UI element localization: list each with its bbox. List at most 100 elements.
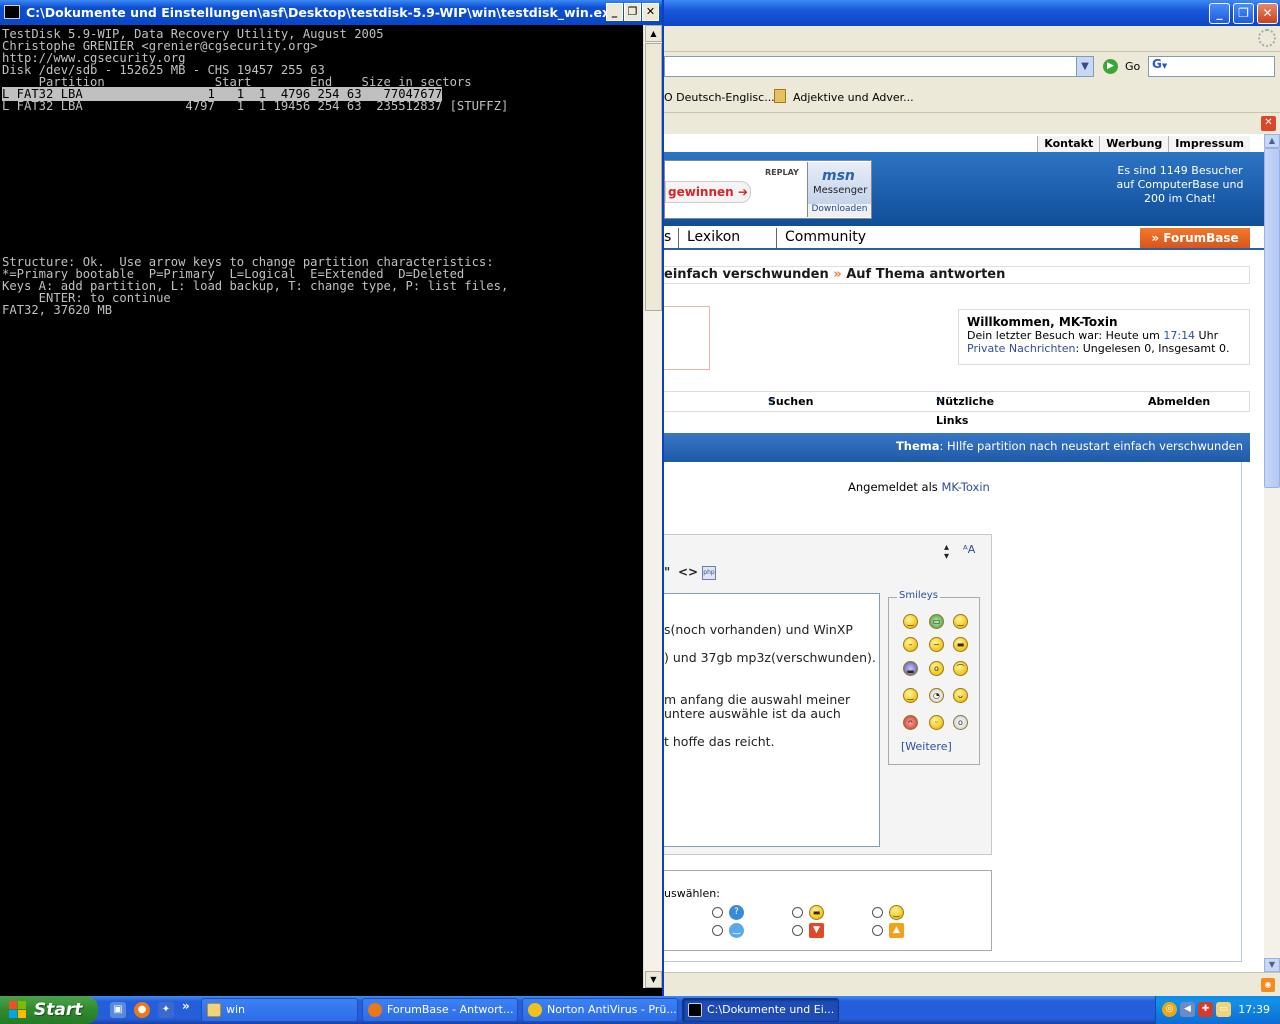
- post-icon-radio[interactable]: [872, 907, 883, 918]
- smiley-eek-icon[interactable]: o: [929, 661, 944, 676]
- start-button[interactable]: Start: [0, 996, 98, 1024]
- smiley-surprised-icon[interactable]: o: [953, 715, 968, 730]
- sidebar-close-icon[interactable]: ✕: [1261, 116, 1276, 131]
- forumbase-tab[interactable]: » ForumBase: [1140, 228, 1250, 248]
- downloaden-link[interactable]: Downloaden: [808, 204, 871, 217]
- link-adjektive[interactable]: Adjektive und Adver...: [793, 91, 914, 104]
- console-close-button[interactable]: ✕: [642, 3, 659, 21]
- smiley-smile-icon[interactable]: ‿: [903, 614, 918, 629]
- smiley-grin-icon[interactable]: ▭: [929, 614, 944, 629]
- logged-in-info: Angemeldet als MK-Toxin: [848, 480, 990, 494]
- task-forumbase[interactable]: ForumBase - Antwort...: [362, 998, 518, 1022]
- antivirus-icon[interactable]: ✚: [1198, 1002, 1213, 1017]
- scroll-down-arrow-icon[interactable]: ▼: [1264, 958, 1280, 972]
- post-icon-label: uswählen:: [664, 887, 720, 900]
- folder-icon: [207, 1003, 221, 1017]
- console-app-icon[interactable]: [4, 5, 20, 19]
- terminal-output[interactable]: TestDisk 5.9-WIP, Data Recovery Utility,…: [0, 25, 643, 988]
- nav-impressum[interactable]: Impressum: [1168, 136, 1250, 152]
- address-bar-row: ▼ ▶ Go G▼: [664, 53, 1280, 80]
- smiley-confused-icon[interactable]: ~: [929, 637, 944, 652]
- welcome-box: Willkommen, MK-Toxin Dein letzter Besuch…: [958, 309, 1250, 365]
- google-search-input[interactable]: G▼: [1148, 56, 1275, 77]
- messenger-icon[interactable]: ✦: [158, 1002, 174, 1018]
- task-console[interactable]: C:\Dokumente und Ei...: [682, 998, 839, 1022]
- smiley-sleep-icon[interactable]: ᵕ: [929, 715, 944, 730]
- link-deutsch-englisch[interactable]: O Deutsch-Englisc...: [664, 91, 775, 104]
- go-button[interactable]: Go: [1125, 60, 1140, 73]
- address-input[interactable]: [664, 56, 1094, 77]
- console-window: C:\Dokumente und Einstellungen\asf\Deskt…: [0, 0, 664, 996]
- notification-icon[interactable]: ▭: [1216, 1002, 1231, 1017]
- console-scroll-thumb[interactable]: [645, 43, 662, 311]
- smiley-mad-icon[interactable]: ᴖ: [903, 715, 918, 730]
- font-size-icon[interactable]: ᴬA: [963, 543, 975, 556]
- resize-arrows-icon[interactable]: ▴ ▾: [944, 543, 949, 562]
- nav-kontakt[interactable]: Kontakt: [1037, 136, 1100, 152]
- show-desktop-icon[interactable]: ▣: [110, 1002, 126, 1018]
- task-norton[interactable]: Norton AntiVirus - Prü...: [522, 998, 678, 1022]
- quicklaunch-more-icon[interactable]: »: [182, 999, 190, 1013]
- code-icon[interactable]: <>: [678, 565, 698, 579]
- msn-messenger-logo[interactable]: msn Messenger Downloaden: [807, 162, 871, 217]
- bookmark-icon: [774, 89, 786, 103]
- ad-gewinnen[interactable]: gewinnen ➔: [665, 181, 751, 203]
- quote-icon[interactable]: ": [664, 565, 670, 579]
- task-win[interactable]: win: [201, 998, 358, 1022]
- partition-row[interactable]: L FAT32 LBA 4797 1 1 19456 254 63 235512…: [2, 100, 643, 112]
- weitere-smileys-link[interactable]: [Weitere]: [901, 740, 952, 753]
- browser-maximize-button[interactable]: ❐: [1233, 3, 1254, 24]
- network-icon[interactable]: ◎: [1162, 1002, 1177, 1017]
- logged-in-user-link[interactable]: MK-Toxin: [941, 480, 989, 494]
- smiley-cool-icon[interactable]: ▬: [953, 637, 968, 652]
- post-icon-radio[interactable]: [792, 907, 803, 918]
- nav-tab-partial[interactable]: s: [664, 228, 679, 248]
- nav-tab-lexikon[interactable]: Lexikon: [678, 228, 748, 248]
- smiley-tongue-icon[interactable]: –: [903, 637, 918, 652]
- scroll-down-arrow-icon[interactable]: ▼: [645, 971, 662, 988]
- nav-werbung[interactable]: Werbung: [1099, 136, 1169, 152]
- scroll-up-arrow-icon[interactable]: ▲: [1264, 134, 1280, 148]
- thread-title-bar: Thema: HIlfe partition nach neustart ein…: [664, 433, 1250, 462]
- post-icon-radio[interactable]: [792, 925, 803, 936]
- browser-scrollbar[interactable]: ▲ ▼: [1264, 134, 1280, 972]
- message-line: ) und 37gb mp3z(verschwunden).: [664, 650, 876, 665]
- go-arrow-icon[interactable]: ▶: [1103, 59, 1118, 74]
- smiley-happy-icon[interactable]: ‿: [903, 688, 918, 703]
- post-icon-radio[interactable]: [712, 907, 723, 918]
- smiley-laugh-icon[interactable]: ▂: [903, 661, 918, 676]
- smiley-wink-icon[interactable]: ‿: [953, 614, 968, 629]
- norton-icon: [528, 1003, 542, 1017]
- php-icon[interactable]: php: [702, 566, 716, 580]
- browser-titlebar[interactable]: [664, 0, 1280, 26]
- advertisement[interactable]: gewinnen ➔ REPLAY msn Messenger Download…: [664, 160, 872, 219]
- nav-tab-community[interactable]: Community: [776, 228, 874, 248]
- clock[interactable]: 17:39: [1238, 1003, 1270, 1016]
- browser-minimize-button[interactable]: _: [1209, 3, 1230, 24]
- term-status-line: FAT32, 37620 MB: [2, 303, 113, 317]
- console-maximize-button[interactable]: ❐: [624, 3, 641, 21]
- smiley-rolleyes-icon[interactable]: ◔: [929, 688, 944, 703]
- browser-close-button[interactable]: ✕: [1257, 3, 1278, 24]
- web-page: Kontakt Werbung Impressum gewinnen ➔ REP…: [664, 134, 1264, 972]
- rss-feed-icon[interactable]: ◉: [1261, 978, 1275, 992]
- subnav-abmelden[interactable]: Abmelden: [1148, 392, 1210, 411]
- console-scrollbar[interactable]: ▲ ▼: [643, 25, 662, 988]
- breadcrumb-current: Auf Thema antworten: [846, 267, 1006, 282]
- breadcrumb-thread[interactable]: einfach verschwunden: [664, 267, 829, 282]
- post-icon-radio[interactable]: [872, 925, 883, 936]
- address-dropdown-button[interactable]: ▼: [1076, 56, 1094, 77]
- top-nav: Kontakt Werbung Impressum: [1037, 136, 1250, 152]
- volume-icon[interactable]: ◀: [1180, 1002, 1195, 1017]
- scroll-thumb[interactable]: [1264, 148, 1280, 488]
- firefox-icon[interactable]: ●: [134, 1002, 150, 1018]
- scroll-up-arrow-icon[interactable]: ▲: [645, 25, 662, 42]
- smiley-sad-icon[interactable]: ⌒: [953, 661, 968, 676]
- subnav-suchen-label: Suchen: [768, 395, 814, 408]
- console-titlebar[interactable]: C:\Dokumente und Einstellungen\asf\Deskt…: [0, 0, 662, 25]
- smiley-devil-icon[interactable]: ᴗ: [953, 688, 968, 703]
- private-messages-link[interactable]: Private Nachrichten: [967, 342, 1076, 355]
- message-textarea[interactable]: s(noch vorhanden) und WinXP ) und 37gb m…: [664, 593, 880, 847]
- post-icon-radio[interactable]: [712, 925, 723, 936]
- console-minimize-button[interactable]: _: [606, 3, 623, 21]
